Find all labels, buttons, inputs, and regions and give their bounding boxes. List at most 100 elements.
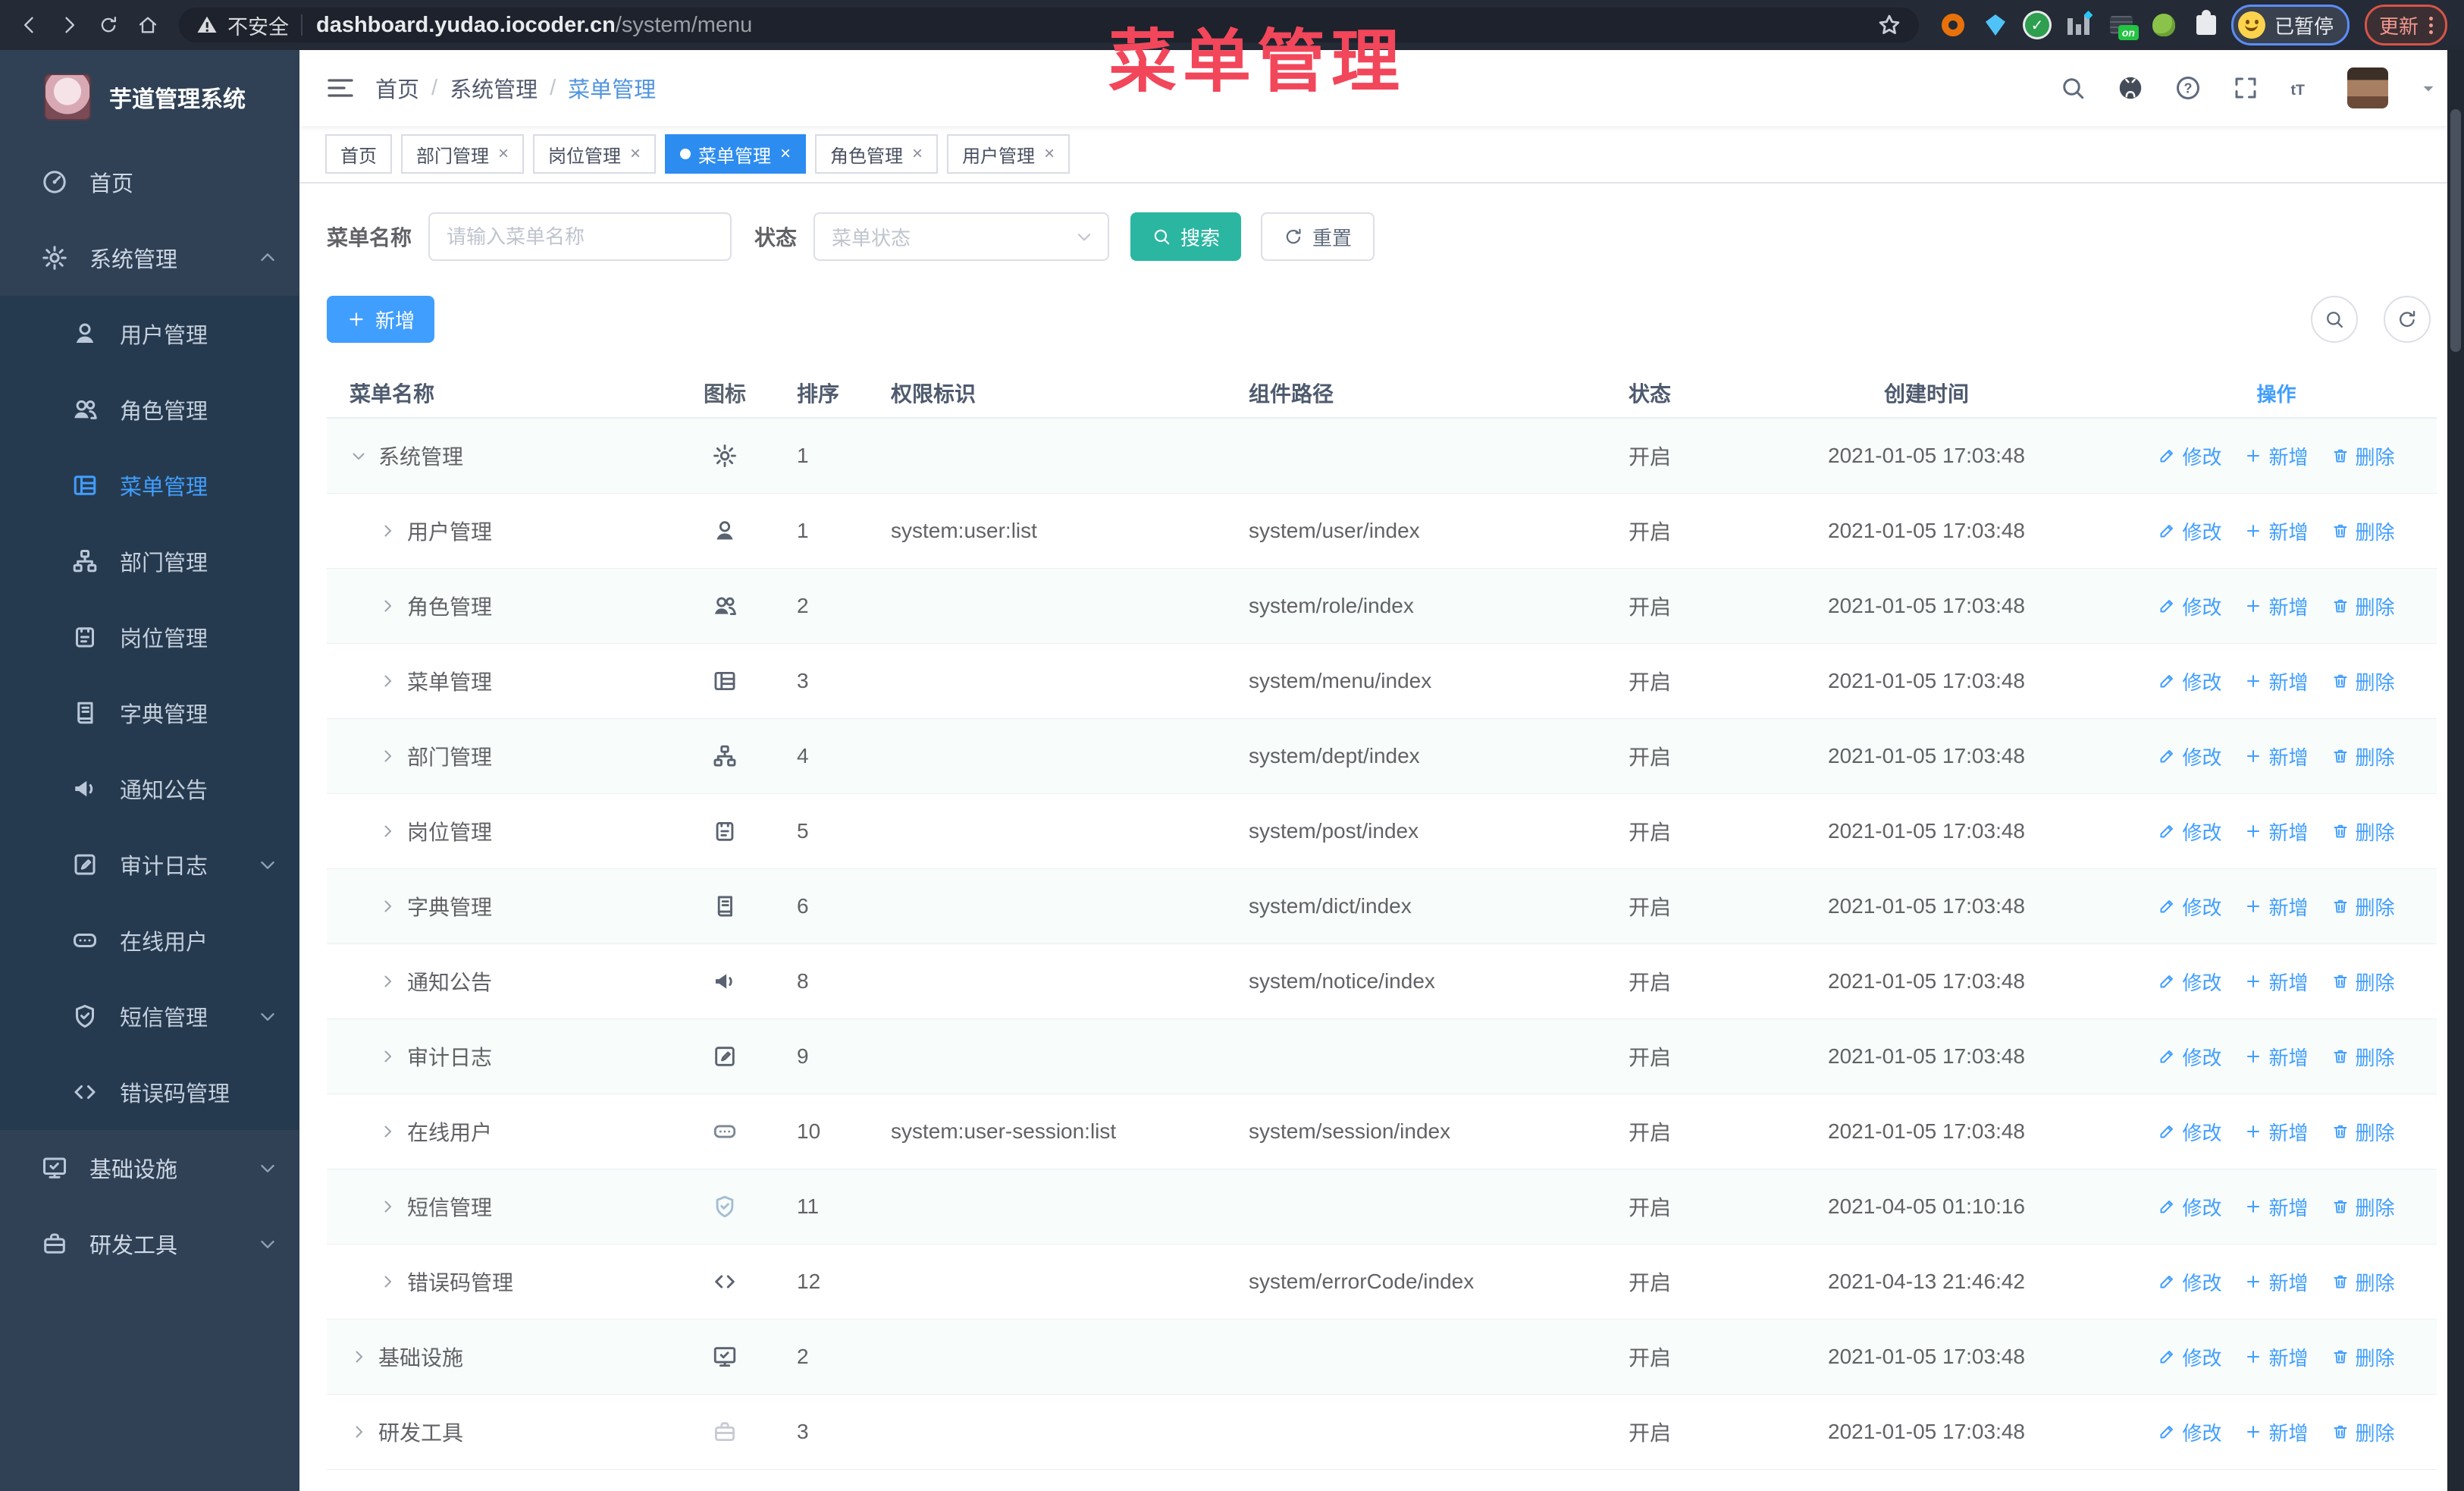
edit-link[interactable]: 修改 — [2158, 742, 2221, 771]
avatar[interactable] — [2347, 67, 2388, 108]
delete-link[interactable]: 删除 — [2331, 968, 2395, 996]
home-icon[interactable] — [130, 8, 165, 42]
add-child-link[interactable]: 新增 — [2244, 592, 2309, 620]
add-child-link[interactable]: 新增 — [2244, 1118, 2309, 1146]
delete-link[interactable]: 删除 — [2331, 893, 2395, 921]
edit-link[interactable]: 修改 — [2158, 968, 2221, 996]
add-child-link[interactable]: 新增 — [2244, 1043, 2309, 1071]
edit-link[interactable]: 修改 — [2158, 1043, 2221, 1071]
fullscreen-icon[interactable] — [2232, 74, 2259, 102]
search-icon[interactable] — [2059, 74, 2086, 102]
delete-link[interactable]: 删除 — [2331, 742, 2395, 771]
tab[interactable]: 用户管理 × — [947, 134, 1071, 174]
blue-gem-extension-icon[interactable] — [1983, 12, 2008, 38]
add-child-link[interactable]: 新增 — [2244, 1268, 2309, 1296]
breadcrumb-item[interactable]: 首页 — [375, 72, 419, 104]
sidebar-item[interactable]: 岗位管理 — [0, 599, 299, 675]
expand-caret-icon[interactable] — [378, 597, 397, 615]
edit-link[interactable]: 修改 — [2158, 1193, 2221, 1221]
orange-ring-extension-icon[interactable] — [1940, 12, 1966, 38]
warning-icon[interactable] — [196, 14, 218, 36]
sidebar-item[interactable]: 在线用户 — [0, 902, 299, 978]
sidebar-item[interactable]: 错误码管理 — [0, 1054, 299, 1130]
add-child-link[interactable]: 新增 — [2244, 1418, 2309, 1446]
expand-caret-icon[interactable] — [350, 1348, 368, 1366]
expand-caret-icon[interactable] — [378, 972, 397, 990]
delete-link[interactable]: 删除 — [2331, 1418, 2395, 1446]
sidebar-item[interactable]: 审计日志 — [0, 827, 299, 902]
scrollbar-thumb[interactable] — [2450, 109, 2461, 352]
sidebar-item[interactable]: 角色管理 — [0, 372, 299, 447]
sidebar-item[interactable]: 研发工具 — [0, 1206, 299, 1282]
add-child-link[interactable]: 新增 — [2244, 517, 2309, 545]
caret-down-icon[interactable] — [2419, 78, 2438, 98]
edit-link[interactable]: 修改 — [2158, 1418, 2221, 1446]
columns-extension-icon[interactable] — [2066, 12, 2092, 38]
tab[interactable]: 岗位管理 × — [533, 134, 657, 174]
delete-link[interactable]: 删除 — [2331, 1343, 2395, 1371]
forward-icon[interactable] — [52, 8, 86, 42]
edit-link[interactable]: 修改 — [2158, 517, 2221, 545]
status-select[interactable]: 菜单状态 — [813, 212, 1110, 261]
sidebar-item[interactable]: 菜单管理 — [0, 447, 299, 523]
delete-link[interactable]: 删除 — [2331, 1268, 2395, 1296]
expand-caret-icon[interactable] — [378, 897, 397, 915]
add-child-link[interactable]: 新增 — [2244, 742, 2309, 771]
breadcrumb-item[interactable]: 系统管理 — [450, 72, 538, 104]
sidebar-item[interactable]: 基础设施 — [0, 1130, 299, 1206]
expand-caret-icon[interactable] — [378, 1273, 397, 1291]
green-check-extension-icon[interactable]: ✓ — [2024, 13, 2049, 37]
tab[interactable]: 角色管理 × — [815, 134, 939, 174]
add-child-link[interactable]: 新增 — [2244, 1193, 2309, 1221]
scrollbar[interactable] — [2447, 50, 2464, 1491]
edit-link[interactable]: 修改 — [2158, 1118, 2221, 1146]
back-icon[interactable] — [12, 8, 47, 42]
edit-link[interactable]: 修改 — [2158, 1343, 2221, 1371]
edit-link[interactable]: 修改 — [2158, 592, 2221, 620]
font-size-icon[interactable]: tT — [2290, 74, 2317, 102]
expand-caret-icon[interactable] — [378, 747, 397, 765]
menu-name-input[interactable] — [428, 212, 732, 261]
sidebar-item[interactable]: 首页 — [0, 144, 299, 220]
add-child-link[interactable]: 新增 — [2244, 818, 2309, 846]
expand-caret-icon[interactable] — [350, 1423, 368, 1441]
close-icon[interactable]: × — [498, 145, 509, 163]
sidebar-item[interactable]: 部门管理 — [0, 523, 299, 599]
expand-caret-icon[interactable] — [378, 522, 397, 540]
tab[interactable]: 首页 — [325, 134, 392, 174]
sidebar-item[interactable]: 用户管理 — [0, 296, 299, 372]
expand-caret-icon[interactable] — [350, 447, 368, 465]
delete-link[interactable]: 删除 — [2331, 818, 2395, 846]
expand-caret-icon[interactable] — [378, 1122, 397, 1141]
sidebar-item[interactable]: 系统管理 — [0, 220, 299, 296]
expand-caret-icon[interactable] — [378, 1198, 397, 1216]
add-child-link[interactable]: 新增 — [2244, 1343, 2309, 1371]
edit-link[interactable]: 修改 — [2158, 893, 2221, 921]
tab[interactable]: 部门管理 × — [401, 134, 525, 174]
add-child-link[interactable]: 新增 — [2244, 442, 2309, 470]
tab[interactable]: 菜单管理 × — [665, 134, 807, 174]
breadcrumb-item[interactable]: 菜单管理 — [568, 72, 656, 104]
add-child-link[interactable]: 新增 — [2244, 893, 2309, 921]
delete-link[interactable]: 删除 — [2331, 592, 2395, 620]
browser-profile-badge[interactable]: 已暂停 — [2230, 5, 2350, 46]
search-button[interactable]: 搜索 — [1130, 212, 1242, 261]
screen-on-extension-icon[interactable] — [2108, 12, 2139, 40]
address-bar[interactable]: 不安全 dashboard.yudao.iocoder.cn /system/m… — [179, 8, 1919, 42]
delete-link[interactable]: 删除 — [2331, 1043, 2395, 1071]
toggle-search-button[interactable] — [2311, 296, 2358, 343]
hamburger-icon[interactable] — [325, 73, 356, 103]
delete-link[interactable]: 删除 — [2331, 442, 2395, 470]
add-button[interactable]: 新增 — [327, 296, 435, 343]
reset-button[interactable]: 重置 — [1261, 212, 1375, 261]
expand-caret-icon[interactable] — [378, 822, 397, 840]
edit-link[interactable]: 修改 — [2158, 442, 2221, 470]
close-icon[interactable]: × — [630, 145, 641, 163]
refresh-table-button[interactable] — [2384, 296, 2431, 343]
help-icon[interactable]: ? — [2174, 74, 2202, 102]
edit-link[interactable]: 修改 — [2158, 667, 2221, 695]
delete-link[interactable]: 删除 — [2331, 667, 2395, 695]
close-icon[interactable]: × — [912, 145, 923, 163]
expand-caret-icon[interactable] — [378, 1047, 397, 1066]
menu-dots-icon[interactable] — [2429, 16, 2433, 34]
